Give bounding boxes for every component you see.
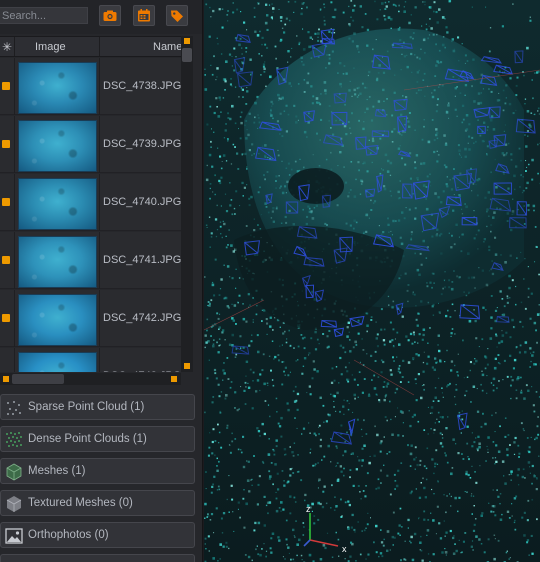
axis-z-label: z [306, 504, 311, 514]
image-thumbnail[interactable] [18, 178, 97, 230]
image-thumbnail[interactable] [18, 352, 97, 372]
row-checkbox[interactable] [2, 314, 10, 322]
image-filename: DSC_4741.JPG [103, 254, 181, 266]
image-filename: DSC_4743.JPG [103, 370, 181, 372]
table-row[interactable]: DSC_4738.JPG [0, 58, 181, 115]
textured-mesh-icon [6, 496, 22, 512]
camera-icon [103, 10, 117, 21]
tag-filter-button[interactable] [166, 5, 188, 26]
column-star-header[interactable]: ✳ [2, 40, 12, 54]
image-filename: DSC_4738.JPG [103, 80, 181, 92]
meshes-section[interactable]: Meshes (1) [0, 458, 195, 484]
row-checkbox[interactable] [2, 82, 10, 90]
panel-toolbar [0, 0, 202, 34]
table-row[interactable]: DSC_4743.JPG [0, 348, 181, 372]
camera-filter-button[interactable] [99, 5, 121, 26]
horizontal-scrollbar[interactable] [0, 373, 181, 385]
search-input[interactable] [0, 7, 88, 24]
orthophotos-label: Orthophotos (0) [28, 529, 109, 541]
row-checkbox[interactable] [2, 140, 10, 148]
vertical-scrollbar[interactable] [181, 36, 193, 372]
calendar-icon [138, 9, 150, 22]
calendar-filter-button[interactable] [133, 5, 155, 26]
row-checkbox[interactable] [2, 256, 10, 264]
scroll-right-arrow[interactable] [171, 376, 177, 382]
row-checkbox[interactable] [2, 198, 10, 206]
orthophotos-section[interactable]: Orthophotos (0) [0, 522, 195, 548]
dense-point-clouds-section[interactable]: Dense Point Clouds (1) [0, 426, 195, 452]
table-row[interactable]: DSC_4742.JPG [0, 290, 181, 347]
dense-point-clouds-label: Dense Point Clouds (1) [28, 433, 147, 445]
scrollbar-thumb[interactable] [182, 48, 192, 62]
textured-meshes-label: Textured Meshes (0) [28, 497, 133, 509]
point-cloud-render: z x [204, 0, 540, 562]
column-header-image[interactable]: Image [35, 41, 66, 53]
table-row[interactable]: DSC_4740.JPG [0, 174, 181, 231]
image-thumbnail[interactable] [18, 294, 97, 346]
sparse-point-cloud-section[interactable]: Sparse Point Cloud (1) [0, 394, 195, 420]
image-thumbnail[interactable] [18, 62, 97, 114]
workspace-panel: ✳ Image Name DSC_4738.JPGDSC_4739.JPGDSC… [0, 0, 203, 562]
dense-cloud-icon [6, 432, 22, 447]
sparse-cloud-icon [7, 401, 21, 415]
image-thumbnail[interactable] [18, 236, 97, 288]
meshes-label: Meshes (1) [28, 465, 86, 477]
scroll-up-arrow[interactable] [184, 38, 190, 44]
column-header-name[interactable]: Name [153, 41, 182, 53]
sparse-point-cloud-label: Sparse Point Cloud (1) [28, 401, 145, 413]
next-section-partial[interactable] [0, 554, 195, 562]
image-thumbnail[interactable] [18, 120, 97, 172]
image-filename: DSC_4742.JPG [103, 312, 181, 324]
table-row[interactable]: DSC_4741.JPG [0, 232, 181, 289]
scroll-left-arrow[interactable] [3, 376, 9, 382]
image-table: DSC_4738.JPG DSC_4739.JPG DSC_4740.JPG DSC_… [0, 58, 181, 372]
mesh-icon [6, 463, 22, 481]
axis-x-label: x [342, 544, 347, 554]
textured-meshes-section[interactable]: Textured Meshes (0) [0, 490, 195, 516]
table-header: ✳ Image Name [0, 36, 182, 57]
image-filename: DSC_4740.JPG [103, 196, 181, 208]
tag-icon [171, 10, 183, 22]
scroll-down-arrow[interactable] [184, 363, 190, 369]
orthophoto-icon [5, 528, 23, 544]
horizontal-scrollbar-thumb[interactable] [12, 374, 64, 384]
image-filename: DSC_4739.JPG [103, 138, 181, 150]
table-row[interactable]: DSC_4739.JPG [0, 116, 181, 173]
3d-viewport[interactable]: z x [204, 0, 540, 562]
